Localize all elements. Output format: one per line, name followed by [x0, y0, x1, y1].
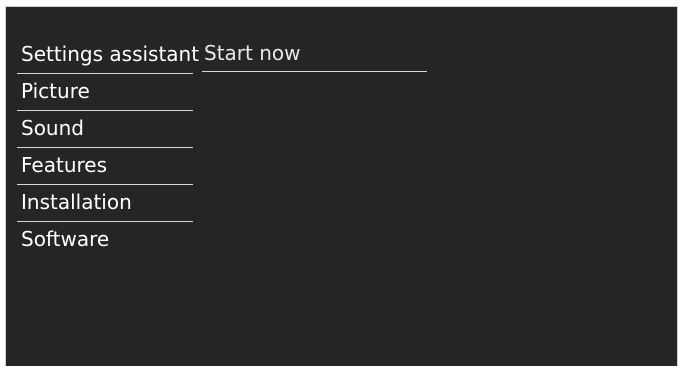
menu-item-picture[interactable]: Picture [17, 74, 193, 111]
tv-menu-screen: Settings assistant Picture Sound Feature… [5, 6, 678, 366]
submenu-item-start-now[interactable]: Start now [202, 37, 427, 72]
menu-item-features[interactable]: Features [17, 148, 193, 185]
menu-item-settings-assistant[interactable]: Settings assistant [17, 37, 199, 74]
menu-item-sound[interactable]: Sound [17, 111, 193, 148]
main-menu: Settings assistant Picture Sound Feature… [17, 37, 199, 259]
menu-item-software[interactable]: Software [17, 222, 193, 259]
menu-item-installation[interactable]: Installation [17, 185, 193, 222]
